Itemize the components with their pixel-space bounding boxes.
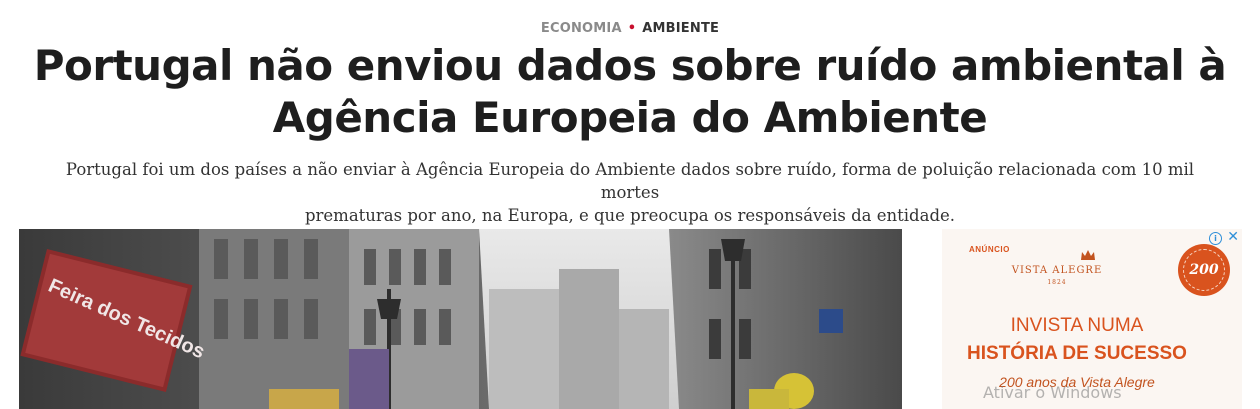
category-separator: • <box>627 21 637 36</box>
ad-close-icon[interactable]: ✕ <box>1227 230 1239 244</box>
category-link-economia[interactable]: ECONOMIA <box>541 21 622 36</box>
crown-icon <box>1081 250 1095 260</box>
lead-line-2: prematuras por ano, na Europa, e que pre… <box>304 206 956 225</box>
ad-headline-line-1: INVISTA NUMA <box>1010 315 1144 336</box>
article-hero-photo[interactable]: Feira dos Tecidos <box>19 229 902 409</box>
ad-label: ANÚNCIO <box>969 245 1010 254</box>
category-breadcrumb: ECONOMIA • AMBIENTE <box>0 21 1260 36</box>
windows-activation-watermark: Ativar o Windows <box>983 383 1122 402</box>
lead-line-1: Portugal foi um dos países a não enviar … <box>65 160 1195 202</box>
street-scene-illustration: Feira dos Tecidos <box>19 229 902 409</box>
headline-line-1: Portugal não enviou dados sobre ruído am… <box>33 41 1227 90</box>
ad-brand-year: 1824 <box>1047 279 1067 286</box>
article-headline: Portugal não enviou dados sobre ruído am… <box>0 40 1260 144</box>
anniversary-badge-text: 200 <box>1183 249 1225 291</box>
article-lead: Portugal foi um dos países a não enviar … <box>40 158 1220 227</box>
headline-line-2: Agência Europeia do Ambiente <box>272 93 988 142</box>
anniversary-badge: 200 <box>1178 244 1230 296</box>
ad-brand-name: VISTA ALEGRE <box>1011 265 1103 276</box>
ad-headline-line-2: HISTÓRIA DE SUCESSO <box>967 343 1187 364</box>
ad-info-icon[interactable]: i <box>1209 232 1222 245</box>
advertisement-banner[interactable]: i ✕ ANÚNCIO VISTA ALEGRE 1824 200 INVIST… <box>942 229 1242 409</box>
category-link-ambiente[interactable]: AMBIENTE <box>642 21 719 36</box>
